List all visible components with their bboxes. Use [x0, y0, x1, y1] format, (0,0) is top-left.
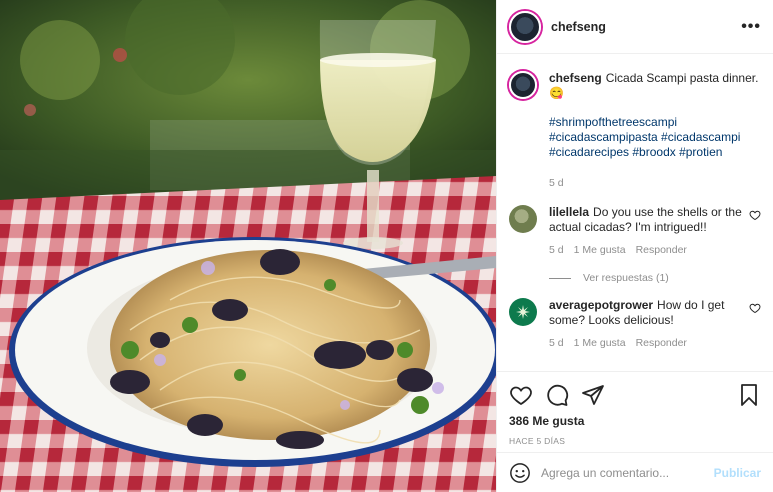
- add-comment-bar: Publicar: [497, 452, 773, 492]
- comment-icon[interactable]: [545, 383, 569, 407]
- comment-username[interactable]: lilellela: [549, 205, 589, 219]
- comment-username[interactable]: averagepotgrower: [549, 298, 653, 312]
- comment-input[interactable]: [541, 465, 714, 480]
- hashtag-line[interactable]: #cicadarecipes #broodx #protien: [549, 145, 761, 160]
- comment-likes[interactable]: 1 Me gusta: [574, 336, 626, 351]
- comment-item: lilellela Do you use the shells or the ac…: [509, 205, 761, 258]
- publish-button[interactable]: Publicar: [714, 466, 761, 480]
- post-side-panel: chefseng ••• chefseng Cicada Scampi pasta…: [496, 0, 773, 492]
- post-actions: 386 Me gusta HACE 5 DÍAS: [497, 371, 773, 446]
- view-replies-label: Ver respuestas (1): [583, 272, 669, 284]
- post-photo[interactable]: [0, 0, 496, 492]
- replies-divider: [549, 277, 571, 279]
- comment-age[interactable]: 5 d: [549, 336, 564, 351]
- comment-item: averagepotgrower How do I get some? Looks…: [509, 298, 761, 351]
- caption: chefseng Cicada Scampi pasta dinner. 😋 #s…: [509, 71, 761, 191]
- instagram-post: chefseng ••• chefseng Cicada Scampi pasta…: [0, 0, 773, 492]
- pasta-photo-illustration: [0, 0, 496, 492]
- heart-icon[interactable]: [509, 383, 533, 407]
- comment-likes[interactable]: 1 Me gusta: [574, 243, 626, 258]
- caption-age[interactable]: 5 d: [549, 176, 564, 191]
- comments-list[interactable]: chefseng Cicada Scampi pasta dinner. 😋 #s…: [497, 55, 773, 371]
- comment-age[interactable]: 5 d: [549, 243, 564, 258]
- bookmark-icon[interactable]: [737, 383, 761, 407]
- leaf-icon: [516, 305, 530, 319]
- post-header: chefseng •••: [497, 0, 773, 54]
- hashtag-line[interactable]: #cicadascampipasta #cicadascampi: [549, 130, 761, 145]
- author-avatar[interactable]: [509, 10, 541, 43]
- more-horizontal-icon[interactable]: •••: [741, 18, 761, 35]
- reply-button[interactable]: Responder: [636, 336, 687, 351]
- comment-avatar[interactable]: [509, 298, 537, 326]
- heart-outline-icon[interactable]: [749, 302, 761, 314]
- caption-avatar[interactable]: [509, 71, 537, 99]
- caption-text: Cicada Scampi pasta dinner.: [605, 71, 759, 85]
- caption-hashtags: #shrimpofthetreescampi #cicadascampipast…: [549, 115, 761, 160]
- caption-username[interactable]: chefseng: [549, 71, 602, 85]
- post-time-ago[interactable]: HACE 5 DÍAS: [509, 436, 761, 446]
- hashtag-line[interactable]: #shrimpofthetreescampi: [549, 115, 761, 130]
- likes-count[interactable]: 386 Me gusta: [509, 414, 761, 428]
- author-username[interactable]: chefseng: [551, 20, 606, 34]
- emoji-icon[interactable]: [509, 462, 531, 484]
- view-replies-button[interactable]: Ver respuestas (1): [549, 272, 761, 284]
- action-bar: [509, 380, 761, 410]
- share-icon[interactable]: [581, 383, 605, 407]
- heart-outline-icon[interactable]: [749, 209, 761, 221]
- reply-button[interactable]: Responder: [636, 243, 687, 258]
- caption-emoji: 😋: [549, 86, 564, 100]
- comment-avatar[interactable]: [509, 205, 537, 233]
